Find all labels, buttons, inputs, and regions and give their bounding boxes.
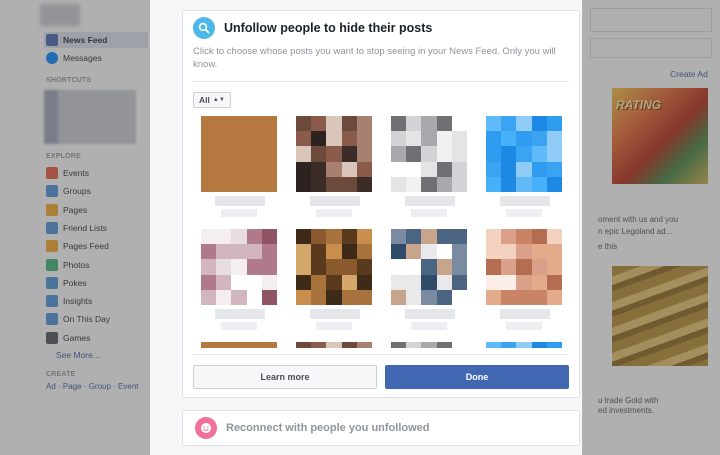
person-detail-blurred: [221, 209, 257, 217]
dialog-title: Unfollow people to hide their posts: [224, 21, 433, 35]
smiley-icon: [195, 417, 217, 439]
learn-more-button[interactable]: Learn more: [193, 365, 377, 389]
done-button[interactable]: Done: [385, 365, 569, 389]
profile-picture: [486, 229, 562, 305]
person-detail-blurred: [411, 209, 447, 217]
person-card[interactable]: [296, 342, 372, 348]
person-detail-blurred: [316, 322, 352, 330]
person-name-blurred: [500, 196, 550, 206]
profile-picture: [391, 116, 467, 192]
person-detail-blurred: [506, 209, 542, 217]
divider: [193, 354, 569, 355]
profile-picture: [201, 342, 277, 348]
person-card[interactable]: [201, 229, 277, 339]
filter-value: All: [199, 95, 210, 105]
search-icon: [193, 17, 215, 39]
filter-dropdown[interactable]: All ▲▼: [193, 92, 231, 108]
profile-picture: [296, 229, 372, 305]
person-name-blurred: [405, 309, 455, 319]
person-name-blurred: [215, 309, 265, 319]
person-detail-blurred: [316, 209, 352, 217]
person-card[interactable]: [296, 229, 372, 339]
divider: [193, 81, 569, 82]
person-detail-blurred: [411, 322, 447, 330]
person-detail-blurred: [221, 322, 257, 330]
profile-picture: [296, 116, 372, 192]
person-name-blurred: [310, 196, 360, 206]
person-card[interactable]: [391, 116, 467, 226]
dialog-subtitle: Click to choose whose posts you want to …: [193, 46, 556, 70]
person-card[interactable]: [486, 342, 562, 348]
person-name-blurred: [405, 196, 455, 206]
person-name-blurred: [215, 196, 265, 206]
person-card[interactable]: [296, 116, 372, 226]
person-card[interactable]: [486, 116, 562, 226]
dialog-header: Unfollow people to hide their posts: [193, 17, 432, 39]
person-card[interactable]: [486, 229, 562, 339]
profile-picture: [201, 116, 277, 192]
profile-picture: [486, 342, 562, 348]
person-card[interactable]: [391, 342, 467, 348]
person-card[interactable]: [201, 116, 277, 226]
profile-picture: [391, 229, 467, 305]
profile-picture: [391, 342, 467, 348]
profile-picture: [296, 342, 372, 348]
reconnect-label: Reconnect with people you unfollowed: [226, 422, 430, 434]
profile-picture: [486, 116, 562, 192]
sort-arrows-icon: ▲▼: [212, 97, 225, 103]
person-detail-blurred: [506, 322, 542, 330]
person-name-blurred: [500, 309, 550, 319]
person-name-blurred: [310, 309, 360, 319]
people-grid: [193, 112, 569, 348]
profile-picture: [201, 229, 277, 305]
reconnect-card[interactable]: Reconnect with people you unfollowed: [182, 410, 580, 446]
person-card[interactable]: [201, 342, 277, 348]
person-card[interactable]: [391, 229, 467, 339]
